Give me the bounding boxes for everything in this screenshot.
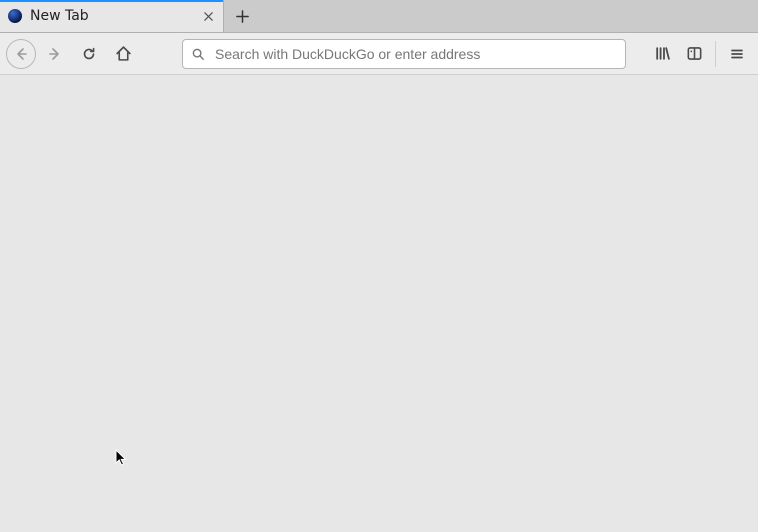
forward-button[interactable] [40,39,70,69]
arrow-right-icon [47,46,63,62]
browser-tab[interactable]: New Tab [0,0,224,32]
address-input[interactable] [213,45,617,63]
tab-close-button[interactable] [199,7,217,25]
url-bar[interactable] [182,39,626,69]
globe-favicon-icon [8,9,22,23]
library-icon [654,45,671,62]
tab-strip: New Tab [0,0,758,33]
sidebar-icon [686,45,703,62]
urlbar-container [182,39,643,69]
home-icon [115,45,132,62]
app-menu-button[interactable] [722,39,752,69]
close-icon [203,11,214,22]
toolbar-divider [715,41,716,67]
back-button[interactable] [6,39,36,69]
new-tab-button[interactable] [224,0,260,32]
search-icon [191,47,205,61]
plus-icon [235,9,250,24]
navigation-toolbar [0,33,758,75]
tab-title: New Tab [30,8,199,24]
home-button[interactable] [108,39,138,69]
sidebar-button[interactable] [679,39,709,69]
hamburger-icon [729,46,745,62]
library-button[interactable] [647,39,677,69]
reload-button[interactable] [74,39,104,69]
reload-icon [81,46,97,62]
arrow-left-icon [13,46,29,62]
browser-content-area [0,75,758,532]
